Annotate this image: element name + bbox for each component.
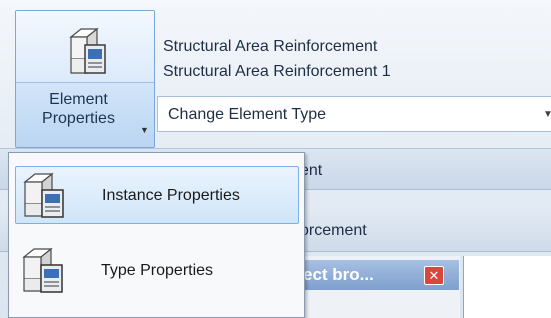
element-properties-main-button[interactable] <box>16 11 154 83</box>
element-properties-label-line1: Element <box>49 91 108 108</box>
project-browser-title: ect bro... <box>303 265 374 284</box>
element-properties-button[interactable]: Element Properties ▼ <box>15 10 155 148</box>
element-properties-label-line2: Properties <box>42 110 115 127</box>
element-properties-icon <box>69 27 106 74</box>
type-name: Structural Area Reinforcement 1 <box>163 63 391 80</box>
project-browser-panel: ect bro... ✕ <box>290 256 460 318</box>
instance-properties-icon <box>23 172 64 218</box>
change-element-type-label: Change Element Type <box>168 106 327 123</box>
element-properties-label: Element Properties <box>16 90 141 128</box>
change-element-type-dropdown[interactable]: Change Element Type ▼ <box>157 96 551 132</box>
instance-properties-label: Instance Properties <box>102 187 240 204</box>
chevron-down-icon[interactable]: ▼ <box>140 125 152 135</box>
close-icon[interactable]: ✕ <box>424 266 444 285</box>
options-bar-text: orcement <box>300 222 367 239</box>
family-name: Structural Area Reinforcement <box>163 38 378 55</box>
element-properties-menu: Instance Properties Type Properties <box>8 152 305 318</box>
menu-item-instance-properties[interactable]: Instance Properties <box>15 166 299 224</box>
project-browser-title-bar[interactable]: ect bro... ✕ <box>291 260 459 290</box>
chevron-down-icon[interactable]: ▼ <box>543 109 551 120</box>
type-properties-label: Type Properties <box>101 262 214 279</box>
type-properties-icon <box>22 247 63 293</box>
drawing-area <box>463 256 551 318</box>
menu-item-type-properties[interactable]: Type Properties <box>15 242 299 300</box>
